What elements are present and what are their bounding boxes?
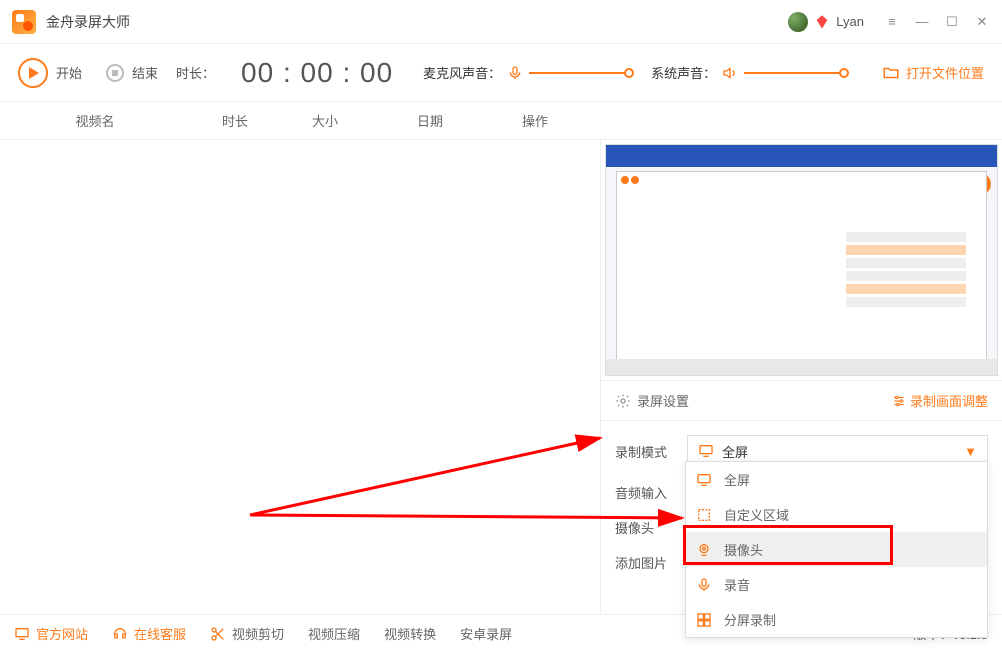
recordings-list bbox=[0, 140, 600, 614]
dd-camera[interactable]: 摄像头 bbox=[686, 532, 987, 567]
open-folder-button[interactable]: 打开文件位置 bbox=[882, 63, 984, 82]
menu-button[interactable]: ≡ bbox=[884, 14, 900, 30]
system-slider[interactable] bbox=[744, 72, 844, 74]
col-name: 视频名 bbox=[0, 102, 190, 139]
webcam-icon bbox=[696, 542, 714, 558]
settings-header: 录屏设置 录制画面调整 bbox=[601, 380, 1002, 421]
audio-label: 音频输入 bbox=[615, 483, 687, 502]
split-icon bbox=[696, 612, 714, 628]
mode-dropdown: 全屏 自定义区域 摄像头 录音 分屏录制 bbox=[685, 461, 988, 638]
avatar-icon bbox=[788, 12, 808, 32]
user-name: Lyan bbox=[836, 14, 864, 29]
video-convert-link[interactable]: 视频转换 bbox=[384, 624, 436, 643]
mode-selected: 全屏 bbox=[722, 442, 748, 461]
main-area: 录屏设置 录制画面调整 录制模式 全屏 ▼ 音频输入 摄像头 bbox=[0, 140, 1002, 614]
mode-label: 录制模式 bbox=[615, 442, 687, 461]
image-label: 添加图片 bbox=[615, 553, 687, 572]
maximize-button[interactable]: ☐ bbox=[944, 14, 960, 30]
play-icon bbox=[29, 67, 39, 79]
col-duration: 时长 bbox=[190, 102, 280, 139]
minimize-button[interactable]: — bbox=[914, 14, 930, 30]
adjust-link[interactable]: 录制画面调整 bbox=[892, 391, 988, 410]
dd-fullscreen[interactable]: 全屏 bbox=[686, 462, 987, 497]
website-link[interactable]: 官方网站 bbox=[14, 624, 88, 643]
video-compress-link[interactable]: 视频压缩 bbox=[308, 624, 360, 643]
title-bar: 金舟录屏大师 Lyan ≡ — ☐ ✕ bbox=[0, 0, 1002, 44]
stop-record-button[interactable] bbox=[106, 64, 124, 82]
user-area[interactable]: Lyan bbox=[788, 12, 864, 32]
close-button[interactable]: ✕ bbox=[974, 14, 990, 30]
end-label: 结束 bbox=[132, 63, 158, 82]
sliders-icon bbox=[892, 394, 906, 408]
scissors-icon bbox=[210, 626, 226, 642]
timer-display: 00 : 00 : 00 bbox=[241, 57, 393, 89]
support-link[interactable]: 在线客服 bbox=[112, 624, 186, 643]
camera-label: 摄像头 bbox=[615, 518, 687, 537]
right-panel: 录屏设置 录制画面调整 录制模式 全屏 ▼ 音频输入 摄像头 bbox=[600, 140, 1002, 614]
mic-label: 麦克风声音： bbox=[423, 63, 501, 82]
video-cut-link[interactable]: 视频剪切 bbox=[210, 624, 284, 643]
folder-icon bbox=[882, 64, 900, 82]
app-logo-icon bbox=[12, 10, 36, 34]
vip-diamond-icon bbox=[814, 14, 830, 30]
mic-slider[interactable] bbox=[529, 72, 629, 74]
android-record-link[interactable]: 安卓录屏 bbox=[460, 624, 512, 643]
system-label: 系统声音： bbox=[651, 63, 716, 82]
stop-icon bbox=[112, 70, 118, 76]
window-controls: ≡ — ☐ ✕ bbox=[884, 14, 990, 30]
mic-icon[interactable] bbox=[507, 65, 523, 81]
mic-audio-group: 麦克风声音： bbox=[423, 63, 629, 82]
start-record-button[interactable] bbox=[18, 58, 48, 88]
dd-split[interactable]: 分屏录制 bbox=[686, 602, 987, 637]
col-action: 操作 bbox=[490, 102, 580, 139]
speaker-icon[interactable] bbox=[722, 65, 738, 81]
table-header: 视频名 时长 大小 日期 操作 bbox=[0, 102, 1002, 140]
settings-title: 录屏设置 bbox=[615, 391, 689, 410]
gear-icon bbox=[615, 393, 631, 409]
open-folder-label: 打开文件位置 bbox=[906, 63, 984, 82]
start-label: 开始 bbox=[56, 63, 82, 82]
app-title: 金舟录屏大师 bbox=[46, 12, 788, 32]
monitor-icon bbox=[696, 472, 714, 488]
monitor-icon bbox=[14, 626, 30, 642]
dd-audio[interactable]: 录音 bbox=[686, 567, 987, 602]
toolbar: 开始 结束 时长： 00 : 00 : 00 麦克风声音： 系统声音： 打开文件… bbox=[0, 44, 1002, 102]
system-audio-group: 系统声音： bbox=[651, 63, 844, 82]
monitor-icon bbox=[698, 443, 714, 459]
col-date: 日期 bbox=[370, 102, 490, 139]
col-size: 大小 bbox=[280, 102, 370, 139]
dd-custom-area[interactable]: 自定义区域 bbox=[686, 497, 987, 532]
mic-icon bbox=[696, 577, 714, 593]
chevron-down-icon: ▼ bbox=[964, 444, 977, 459]
settings-body: 录制模式 全屏 ▼ 音频输入 摄像头 添加图片 全屏 bbox=[601, 421, 1002, 602]
duration-label: 时长： bbox=[176, 63, 215, 82]
preview-area bbox=[601, 140, 1002, 380]
crop-icon bbox=[696, 507, 714, 523]
preview-thumbnail bbox=[605, 144, 998, 376]
headset-icon bbox=[112, 626, 128, 642]
